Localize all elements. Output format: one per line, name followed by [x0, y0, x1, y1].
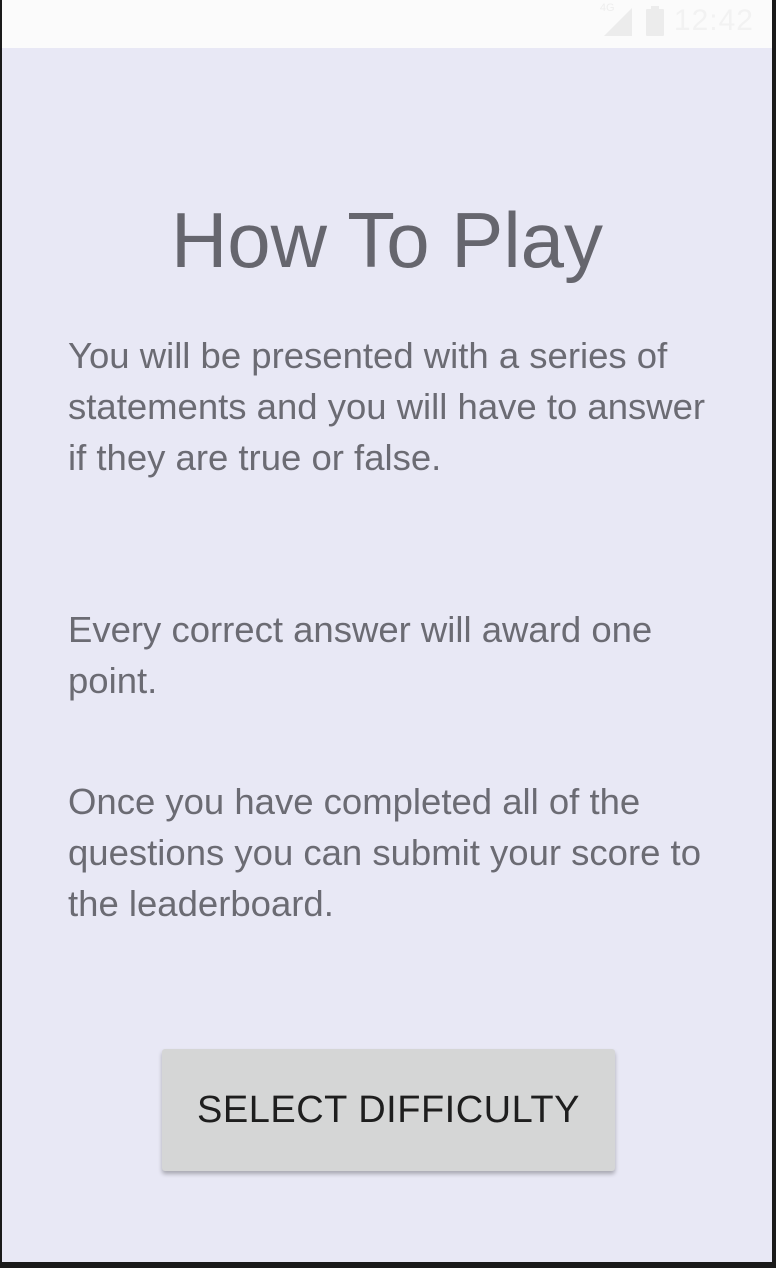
instruction-paragraph-statements: You will be presented with a series of s… — [68, 335, 706, 478]
battery-icon — [645, 6, 664, 36]
signal-icon — [603, 8, 632, 36]
page-title: How To Play — [170, 196, 604, 285]
status-bar: 4G 12:42 — [2, 0, 772, 48]
status-time: 12:42 — [673, 4, 754, 37]
instruction-paragraph-leaderboard: Once you have completed all of the quest… — [68, 781, 701, 924]
select-difficulty-button[interactable]: SELECT DIFFICULTY — [162, 1049, 615, 1171]
status-icons: 4G 12:42 — [600, 2, 754, 38]
app-screen: 4G 12:42 How To Play You will be present… — [2, 0, 772, 1262]
instruction-paragraph-scoring: Every correct answer will award one poin… — [68, 609, 653, 701]
signal-indicator: 4G — [600, 2, 636, 38]
